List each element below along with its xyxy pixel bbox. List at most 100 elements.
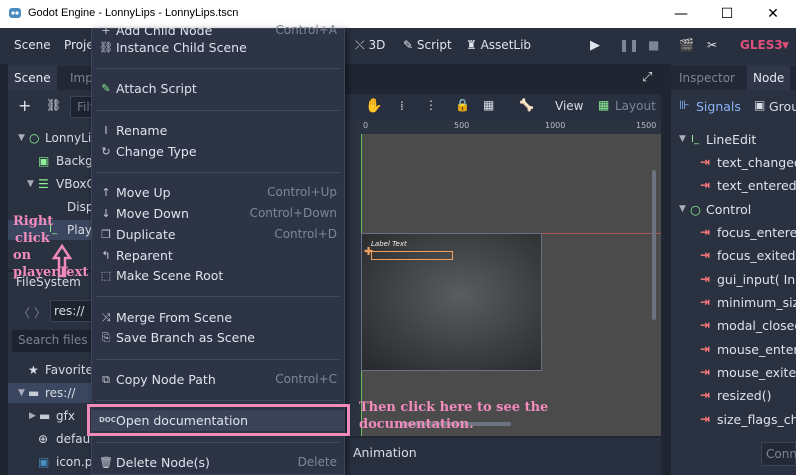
workspace-assetlib-button[interactable]: ♜ AssetLib xyxy=(466,38,531,52)
menu-item-make-scene-root[interactable]: ⬚ Make Scene Root xyxy=(92,265,344,286)
lock-icon[interactable]: 🔒 xyxy=(455,98,470,112)
bone-icon[interactable]: 🦴 xyxy=(519,98,534,112)
menu-item-copy-node-path[interactable]: ⧉ Copy Node Path Control+C xyxy=(92,369,344,390)
menu-item-reparent[interactable]: ↰ Reparent xyxy=(92,245,344,266)
vertical-ruler xyxy=(345,120,361,436)
snap-icon[interactable]: ⁞ xyxy=(400,99,404,113)
menu-item-instance-child-scene[interactable]: ⛓ Instance Child Scene xyxy=(92,37,344,58)
play-scene-icon[interactable]: 🎬 xyxy=(679,38,694,52)
menu-item-move-up[interactable]: ↑ Move Up Control+Up xyxy=(92,182,344,203)
renderer-selector[interactable]: GLES3 xyxy=(740,38,783,52)
menu-separator xyxy=(96,400,340,401)
menu-item-duplicate[interactable]: ❐ Duplicate Control+D xyxy=(92,224,344,245)
layout-icon: ▦ xyxy=(598,98,610,112)
tree-label: Backg xyxy=(56,154,93,168)
menu-item-label: Rename xyxy=(116,123,168,138)
close-button[interactable]: ✕ xyxy=(750,0,796,28)
section-label: Control xyxy=(706,202,752,217)
pause-icon[interactable]: ❚❚ xyxy=(619,38,639,52)
fs-row-favorites[interactable]: ★ Favorite xyxy=(8,360,93,380)
menu-item-shortcut: Control+Down xyxy=(249,206,337,220)
chevron-down-icon: ▼ xyxy=(679,204,686,214)
annotation-right-click: Right click on playerText xyxy=(13,213,88,281)
search-files-input[interactable]: Search files xyxy=(12,330,92,352)
fs-row-icon[interactable]: ▣ icon.p xyxy=(8,452,92,472)
rename-icon: I xyxy=(104,124,108,137)
menu-separator xyxy=(96,296,340,297)
up-arrow-icon xyxy=(52,244,72,278)
workspace-script-button[interactable]: ✎ Script xyxy=(403,38,452,52)
menu-item-move-down[interactable]: ↓ Move Down Control+Down xyxy=(92,203,344,224)
save-branch-icon: ⎘ xyxy=(101,331,111,344)
signal-label: mouse_entere xyxy=(717,342,796,357)
connect-button[interactable]: Conn xyxy=(761,442,796,466)
layout-menu[interactable]: Layout xyxy=(615,99,656,113)
link-icon[interactable]: ⛓ xyxy=(46,98,61,112)
tab-node[interactable]: Node xyxy=(747,66,791,90)
documentation-highlight-box xyxy=(87,404,350,436)
ruler-tick: 500 xyxy=(454,121,470,130)
groups-tab[interactable]: Grou xyxy=(769,99,796,114)
menu-item-merge-from-scene[interactable]: ⤨ Merge From Scene xyxy=(92,307,344,328)
path-input[interactable]: res:// xyxy=(50,300,92,322)
fs-row-default[interactable]: ⊕ defau xyxy=(8,429,92,449)
workspace-3d-button[interactable]: ⤬ 3D xyxy=(355,38,385,53)
tab-inspector[interactable]: Inspector xyxy=(673,66,741,90)
back-icon[interactable]: 〈 xyxy=(18,304,30,321)
ruler-tick: 1000 xyxy=(545,121,566,130)
delete-icon: 🗑 xyxy=(99,456,113,469)
play-icon[interactable]: ▶ xyxy=(590,38,600,53)
tree-row-background[interactable]: ▣ Backg xyxy=(8,151,93,171)
fullscreen-icon[interactable]: ⤢ xyxy=(642,70,652,85)
link-icon: ⛓ xyxy=(99,41,113,54)
folder-icon: ▬ xyxy=(28,386,40,400)
tab-scene[interactable]: Scene xyxy=(8,66,57,90)
menu-separator xyxy=(96,110,340,111)
section-label: LineEdit xyxy=(706,132,757,147)
line-edit-icon: I_ xyxy=(691,134,699,145)
signals-tab[interactable]: Signals xyxy=(696,99,741,114)
signal-label: mouse_exited xyxy=(717,365,796,380)
more-options-icon[interactable]: ⋮ xyxy=(425,98,437,112)
view-menu[interactable]: View xyxy=(555,99,583,113)
vertical-scrollbar[interactable] xyxy=(652,170,656,320)
menu-scene[interactable]: Scene xyxy=(14,38,51,52)
menu-item-change-type[interactable]: ↻ Change Type xyxy=(92,141,344,162)
image-icon: ▣ xyxy=(38,455,50,469)
pan-hand-icon[interactable]: ✋ xyxy=(365,98,382,114)
filesystem-dock: FileSystem 〈 〉 res:// Search files ★ Fav… xyxy=(8,272,93,475)
menu-item-rename[interactable]: I Rename xyxy=(92,120,344,141)
fs-row-gfx[interactable]: ▶ ▬ gfx xyxy=(8,406,92,426)
fs-label: res:// xyxy=(45,386,76,400)
signal-arrow-icon: ⇥ xyxy=(700,318,711,332)
group-icon[interactable]: ▦ xyxy=(483,98,494,112)
canvas-2d[interactable]: Label Text ✚ xyxy=(361,134,661,436)
menu-item-label: Change Type xyxy=(116,144,197,159)
menu-item-label: Attach Script xyxy=(116,81,197,96)
stop-icon[interactable]: ■ xyxy=(648,38,659,52)
signal-arrow-icon: ⇥ xyxy=(700,295,711,309)
tree-row-root[interactable]: ▼ ○ LonnyLi xyxy=(8,128,92,148)
maximize-button[interactable]: ☐ xyxy=(704,0,750,28)
fs-row-res[interactable]: ▼ ▬ res:// xyxy=(8,383,92,403)
3d-icon: ⤬ xyxy=(355,38,365,52)
menu-project[interactable]: Proje xyxy=(64,38,94,52)
menu-item-label: Move Up xyxy=(116,185,171,200)
forward-icon[interactable]: 〉 xyxy=(34,304,46,321)
scene-filter-input[interactable]: Filt xyxy=(70,96,92,118)
chevron-down-icon: ▼ xyxy=(18,388,25,398)
menu-item-attach-script[interactable]: ✎ Attach Script xyxy=(92,78,344,99)
selected-line-edit[interactable] xyxy=(371,251,453,260)
minimize-button[interactable]: — xyxy=(658,0,704,28)
signal-tree: ▼ I_ LineEdit ⇥ text_changed( ⇥ text_ent… xyxy=(671,128,796,428)
menu-separator xyxy=(96,442,340,443)
menu-item-save-branch[interactable]: ⎘ Save Branch as Scene xyxy=(92,327,344,348)
canvas-toolbar: ✋ ⁞ ⋮ 🔒 ▦ 🦴 View ▦ Layout xyxy=(345,94,661,120)
add-node-icon[interactable]: + xyxy=(18,96,31,115)
tab-animation[interactable]: Animation xyxy=(353,445,417,460)
annotation-line: documentation. xyxy=(359,417,474,432)
workspace-script-label: Script xyxy=(416,38,452,52)
tree-row-vbox[interactable]: ▼ ☰ VBoxC xyxy=(8,174,95,194)
play-custom-icon[interactable]: ✂ xyxy=(707,38,717,52)
menu-item-delete-nodes[interactable]: 🗑 Delete Node(s) Delete xyxy=(92,452,344,473)
